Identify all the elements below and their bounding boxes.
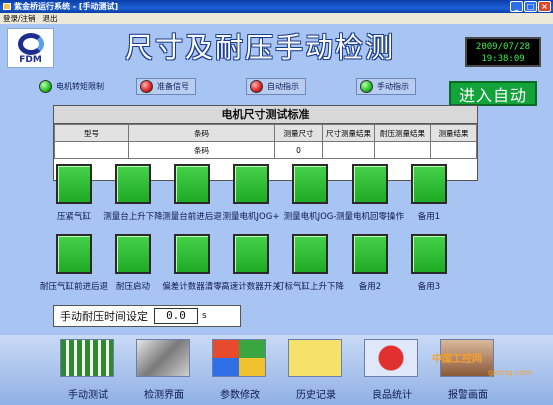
time-setting-input[interactable]: 0.0 — [154, 308, 198, 324]
logo-text: FDM — [19, 55, 42, 65]
table-advance-button[interactable] — [174, 164, 210, 204]
nav-label: 手动测试 — [68, 390, 108, 401]
col-size: 测量尺寸 — [274, 124, 323, 142]
time-unit: s — [202, 311, 207, 321]
spare2-button[interactable] — [352, 234, 388, 274]
motor-home-button[interactable] — [352, 164, 388, 204]
menu-login[interactable]: 登录/注销 — [3, 13, 36, 24]
nav-label: 历史记录 — [296, 390, 336, 401]
label-spare1: 备用1 — [417, 212, 441, 222]
clamp-cylinder-button[interactable] — [56, 164, 92, 204]
spare3-button[interactable] — [411, 234, 447, 274]
watermark-url: gkong.com — [488, 368, 533, 377]
maximize-button[interactable]: □ — [524, 1, 537, 12]
menu-bar: 登录/注销 退出 — [0, 13, 553, 24]
minimize-button[interactable]: _ — [510, 1, 523, 12]
logo-mark-icon — [18, 33, 44, 55]
clock-date: 2009/07/28 — [475, 42, 531, 52]
app-icon — [3, 3, 11, 10]
col-model: 型号 — [54, 124, 129, 142]
clock-display: 2009/07/28 19:38:09 — [465, 37, 541, 67]
machine-icon — [136, 339, 190, 377]
indicator-auto[interactable]: 自动指示 — [246, 78, 306, 95]
nav-label: 良品统计 — [372, 390, 412, 401]
status-led-icon — [360, 80, 373, 93]
company-logo: FDM — [7, 28, 54, 68]
withstand-time-setting: 手动耐压时间设定 0.0 s — [53, 305, 241, 327]
window-title-bar: 紫金桥运行系统 - [手动测试] _ □ × — [0, 0, 553, 13]
nav-statistics[interactable]: 良品统计 — [354, 339, 430, 403]
cell-withstand-result — [374, 141, 431, 159]
panel-icon — [60, 339, 114, 377]
indicator-motor-torque: 电机转矩限制 — [36, 78, 104, 95]
withstand-cylinder-button[interactable] — [56, 234, 92, 274]
close-button[interactable]: × — [538, 1, 551, 12]
pie-chart-icon — [364, 339, 418, 377]
cell-model — [54, 141, 129, 159]
withstand-start-button[interactable] — [115, 234, 151, 274]
spare1-button[interactable] — [411, 164, 447, 204]
indicator-label: 准备信号 — [157, 82, 189, 91]
bottom-nav-bar: 手动测试 检测界面 参数修改 历史记录 良品统计 报警画面 中国工控网 gkon… — [0, 335, 553, 405]
table-title: 电机尺寸测试标准 — [54, 106, 477, 124]
page-title: 尺寸及耐压手动检测 — [124, 31, 395, 64]
search-icon — [288, 339, 342, 377]
indicator-label: 自动指示 — [267, 82, 299, 91]
table-header-row: 型号 条码 测量尺寸 尺寸测量结果 耐压测量结果 测量结果 — [54, 124, 477, 142]
status-led-icon — [250, 80, 263, 93]
status-led-icon — [140, 80, 153, 93]
table-lift-button[interactable] — [115, 164, 151, 204]
nav-label: 参数修改 — [220, 390, 260, 401]
windows-icon — [212, 339, 266, 377]
col-size-result: 尺寸测量结果 — [322, 124, 375, 142]
nav-label: 检测界面 — [144, 390, 184, 401]
indicator-manual[interactable]: 手动指示 — [356, 78, 416, 95]
indicator-label: 电机转矩限制 — [56, 82, 104, 91]
high-speed-counter-button[interactable] — [233, 234, 269, 274]
col-barcode: 条码 — [128, 124, 275, 142]
label-spare3: 备用3 — [417, 282, 441, 292]
motor-jog-plus-button[interactable] — [233, 164, 269, 204]
nav-label: 报警画面 — [448, 390, 488, 401]
watermark-logo: 中国工控网 — [432, 354, 482, 365]
time-setting-label: 手动耐压时间设定 — [60, 310, 148, 323]
nav-inspection[interactable]: 检测界面 — [126, 339, 202, 403]
cell-size-result — [322, 141, 375, 159]
enter-auto-button[interactable]: 进入自动 — [449, 81, 537, 106]
nav-history[interactable]: 历史记录 — [278, 339, 354, 403]
cell-result — [430, 141, 477, 159]
clock-time: 19:38:09 — [481, 54, 525, 64]
indicator-label: 手动指示 — [377, 82, 409, 91]
window-title: 紫金桥运行系统 - [手动测试] — [14, 2, 119, 11]
col-result: 测量结果 — [430, 124, 477, 142]
indicator-ready-signal[interactable]: 准备信号 — [136, 78, 196, 95]
motor-jog-minus-button[interactable] — [292, 164, 328, 204]
cell-size: 0 — [274, 141, 323, 159]
table-row: 条码 0 — [54, 141, 477, 159]
status-led-icon — [39, 80, 52, 93]
cell-barcode: 条码 — [128, 141, 275, 159]
menu-exit[interactable]: 退出 — [43, 13, 58, 24]
marking-cylinder-button[interactable] — [292, 234, 328, 274]
col-withstand-result: 耐压测量结果 — [374, 124, 431, 142]
nav-manual-test[interactable]: 手动测试 — [50, 339, 126, 403]
nav-parameters[interactable]: 参数修改 — [202, 339, 278, 403]
deviation-counter-reset-button[interactable] — [174, 234, 210, 274]
